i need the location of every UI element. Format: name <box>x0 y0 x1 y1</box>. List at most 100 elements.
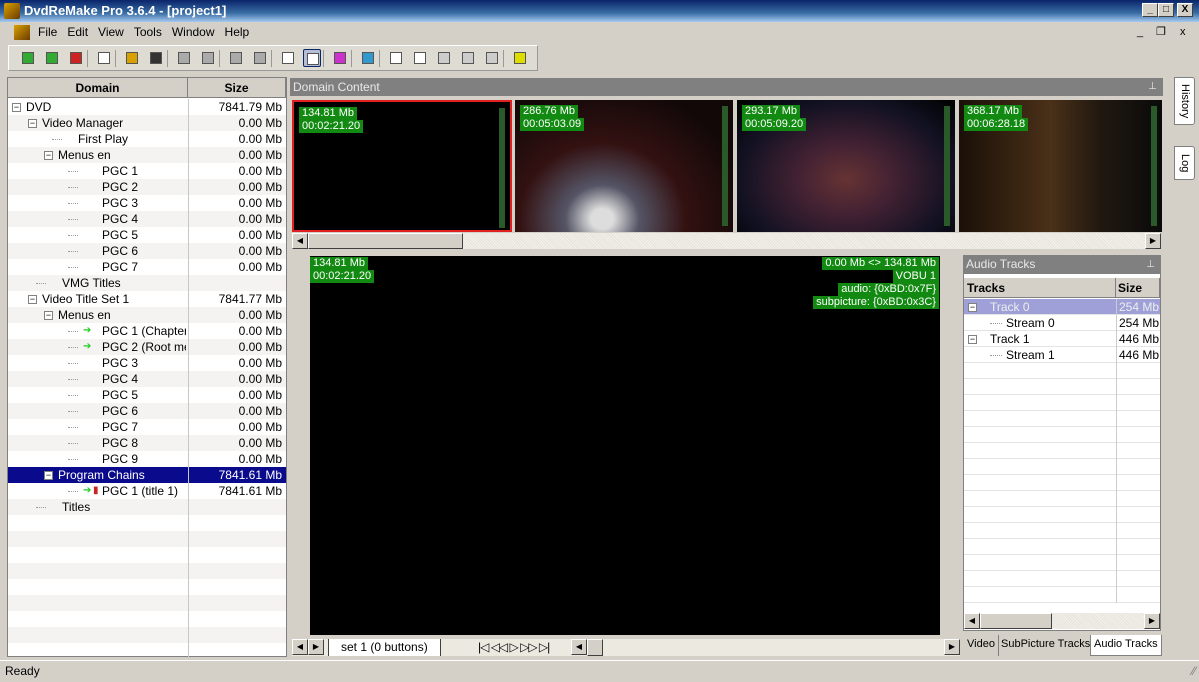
tree-row[interactable]: − Menus en 0.00 Mb <box>8 307 286 323</box>
redo-icon[interactable] <box>199 49 217 67</box>
size-column-header[interactable]: Size <box>1116 278 1160 298</box>
scroll-thumb[interactable] <box>308 233 463 249</box>
expand-toggle-icon[interactable]: − <box>44 311 53 320</box>
tree-row[interactable]: PGC 4 0.00 Mb <box>8 371 286 387</box>
domain-thumbnail[interactable]: 293.17 Mb 00:05:09.20 <box>737 100 955 232</box>
audio-track-row[interactable]: − Track 1 446 Mb ( <box>964 331 1160 347</box>
audio-scroll-left[interactable]: ◀ <box>964 613 980 629</box>
expand-toggle-icon[interactable]: − <box>12 103 21 112</box>
delete-icon[interactable] <box>483 49 501 67</box>
mdi-minimize-button[interactable]: _ <box>1137 22 1143 43</box>
remove-icon[interactable] <box>459 49 477 67</box>
menu-edit[interactable]: Edit <box>67 25 88 39</box>
tab-video[interactable]: Video <box>964 635 999 656</box>
tree-view-icon[interactable] <box>303 49 321 67</box>
tree-row[interactable]: PGC 7 0.00 Mb <box>8 419 286 435</box>
seek-left-button[interactable]: ◀ <box>571 639 587 655</box>
export-icon[interactable] <box>435 49 453 67</box>
scroll-left-button[interactable]: ◀ <box>292 233 308 249</box>
tree-row[interactable]: − DVD 7841.79 Mb <box>8 99 286 115</box>
domain-column-header[interactable]: Domain <box>8 78 188 98</box>
menu-file[interactable]: File <box>38 25 57 39</box>
list-view-icon[interactable] <box>279 49 297 67</box>
seek-right-button[interactable]: ▶ <box>944 639 960 655</box>
save-icon[interactable] <box>147 49 165 67</box>
tree-row[interactable]: PGC 9 0.00 Mb <box>8 451 286 467</box>
open-green2-icon[interactable] <box>43 49 61 67</box>
tab-scroll-right[interactable]: ▶ <box>308 639 324 655</box>
tree-row[interactable]: PGC 6 0.00 Mb <box>8 243 286 259</box>
back-icon[interactable] <box>227 49 245 67</box>
connect-icon[interactable] <box>359 49 377 67</box>
audio-scrollbar[interactable]: ◀ ▶ <box>964 613 1160 629</box>
mdi-restore-button[interactable]: ❐ <box>1156 22 1166 43</box>
tree-row[interactable]: − Video Title Set 1 7841.77 Mb <box>8 291 286 307</box>
tree-row[interactable]: PGC 5 0.00 Mb <box>8 387 286 403</box>
expand-toggle-icon[interactable]: − <box>44 151 53 160</box>
new-icon[interactable] <box>95 49 113 67</box>
play-button[interactable]: ▷ <box>510 640 519 654</box>
menu-view[interactable]: View <box>98 25 124 39</box>
tree-row[interactable]: PGC 1 0.00 Mb <box>8 163 286 179</box>
resize-grip-icon[interactable]: ⁄⁄ <box>1192 661 1196 682</box>
tree-row[interactable]: ➔ PGC 1 (Chapters menu) 0.00 Mb <box>8 323 286 339</box>
domain-thumbnail[interactable]: 134.81 Mb 00:02:21.20 <box>292 100 512 232</box>
expand-toggle-icon[interactable]: − <box>968 335 977 344</box>
thumbnail-scrollbar[interactable]: ◀ ▶ <box>292 233 1161 249</box>
tree-row[interactable]: VMG Titles <box>8 275 286 291</box>
audio-scroll-thumb[interactable] <box>980 613 1052 629</box>
seek-thumb[interactable] <box>587 639 603 656</box>
audio-track-row[interactable]: Stream 0 254 Mb ( <box>964 315 1160 331</box>
tab-subpicture-tracks[interactable]: SubPicture Tracks <box>998 635 1095 656</box>
scroll-right-button[interactable]: ▶ <box>1145 233 1161 249</box>
tree-row[interactable]: PGC 2 0.00 Mb <box>8 179 286 195</box>
open-folder-icon[interactable] <box>123 49 141 67</box>
expand-toggle-icon[interactable]: − <box>44 471 53 480</box>
undo-icon[interactable] <box>175 49 193 67</box>
tree-row[interactable]: First Play 0.00 Mb <box>8 131 286 147</box>
size-column-header[interactable]: Size <box>188 78 286 98</box>
audio-track-row[interactable]: Stream 1 446 Mb ( <box>964 347 1160 363</box>
tab-audio-tracks[interactable]: Audio Tracks <box>1090 635 1162 656</box>
expand-toggle-icon[interactable]: − <box>28 119 37 128</box>
sort-icon[interactable] <box>387 49 405 67</box>
first-frame-button[interactable]: |◁ <box>478 640 489 654</box>
domain-thumbnail[interactable]: 286.76 Mb 00:05:03.09 <box>515 100 733 232</box>
tracks-column-header[interactable]: Tracks <box>964 278 1116 298</box>
rewind-button[interactable]: ◁◁ <box>491 640 508 654</box>
tree-row[interactable]: PGC 3 0.00 Mb <box>8 355 286 371</box>
pin-icon[interactable]: ⊥ <box>1148 78 1157 96</box>
minimize-button[interactable]: _ <box>1142 3 1158 17</box>
tab-scroll-left[interactable]: ◀ <box>292 639 308 655</box>
tree-row[interactable]: − Video Manager 0.00 Mb <box>8 115 286 131</box>
side-tab-log[interactable]: Log <box>1174 146 1195 180</box>
mdi-close-button[interactable]: x <box>1180 22 1186 43</box>
tree-row[interactable]: − Program Chains 7841.61 Mb <box>8 467 286 483</box>
tree-row[interactable]: ➔ PGC 2 (Root menu) 0.00 Mb <box>8 339 286 355</box>
tree-row[interactable]: PGC 8 0.00 Mb <box>8 435 286 451</box>
open-red-icon[interactable] <box>67 49 85 67</box>
video-frame-icon[interactable] <box>331 49 349 67</box>
fast-forward-button[interactable]: ▷▷ <box>520 640 537 654</box>
tree-row[interactable]: ➔ ▮ PGC 1 (title 1) 7841.61 Mb <box>8 483 286 499</box>
tree-row[interactable]: PGC 4 0.00 Mb <box>8 211 286 227</box>
pin-icon[interactable]: ⊥ <box>1146 255 1155 274</box>
maximize-button[interactable]: □ <box>1158 3 1174 17</box>
domain-thumbnail[interactable]: 368.17 Mb 00:06:28.18 <box>959 100 1162 232</box>
open-green-icon[interactable] <box>19 49 37 67</box>
tree-row[interactable]: − Menus en 0.00 Mb <box>8 147 286 163</box>
tree-row[interactable]: PGC 6 0.00 Mb <box>8 403 286 419</box>
forward-icon[interactable] <box>251 49 269 67</box>
audio-track-row[interactable]: − Track 0 254 Mb ( <box>964 299 1160 315</box>
video-preview[interactable]: 134.81 Mb 00:02:21.20 0.00 Mb <> 134.81 … <box>310 256 940 635</box>
tree-row[interactable]: PGC 3 0.00 Mb <box>8 195 286 211</box>
tree-row[interactable]: Titles <box>8 499 286 515</box>
close-button[interactable]: X <box>1177 3 1193 17</box>
tree-row[interactable]: PGC 5 0.00 Mb <box>8 227 286 243</box>
tab-set-1[interactable]: set 1 (0 buttons) <box>328 639 441 656</box>
import-icon[interactable] <box>411 49 429 67</box>
help-icon[interactable] <box>511 49 529 67</box>
audio-scroll-right[interactable]: ▶ <box>1144 613 1160 629</box>
app-menu-icon[interactable] <box>14 25 30 40</box>
tree-row[interactable]: PGC 7 0.00 Mb <box>8 259 286 275</box>
